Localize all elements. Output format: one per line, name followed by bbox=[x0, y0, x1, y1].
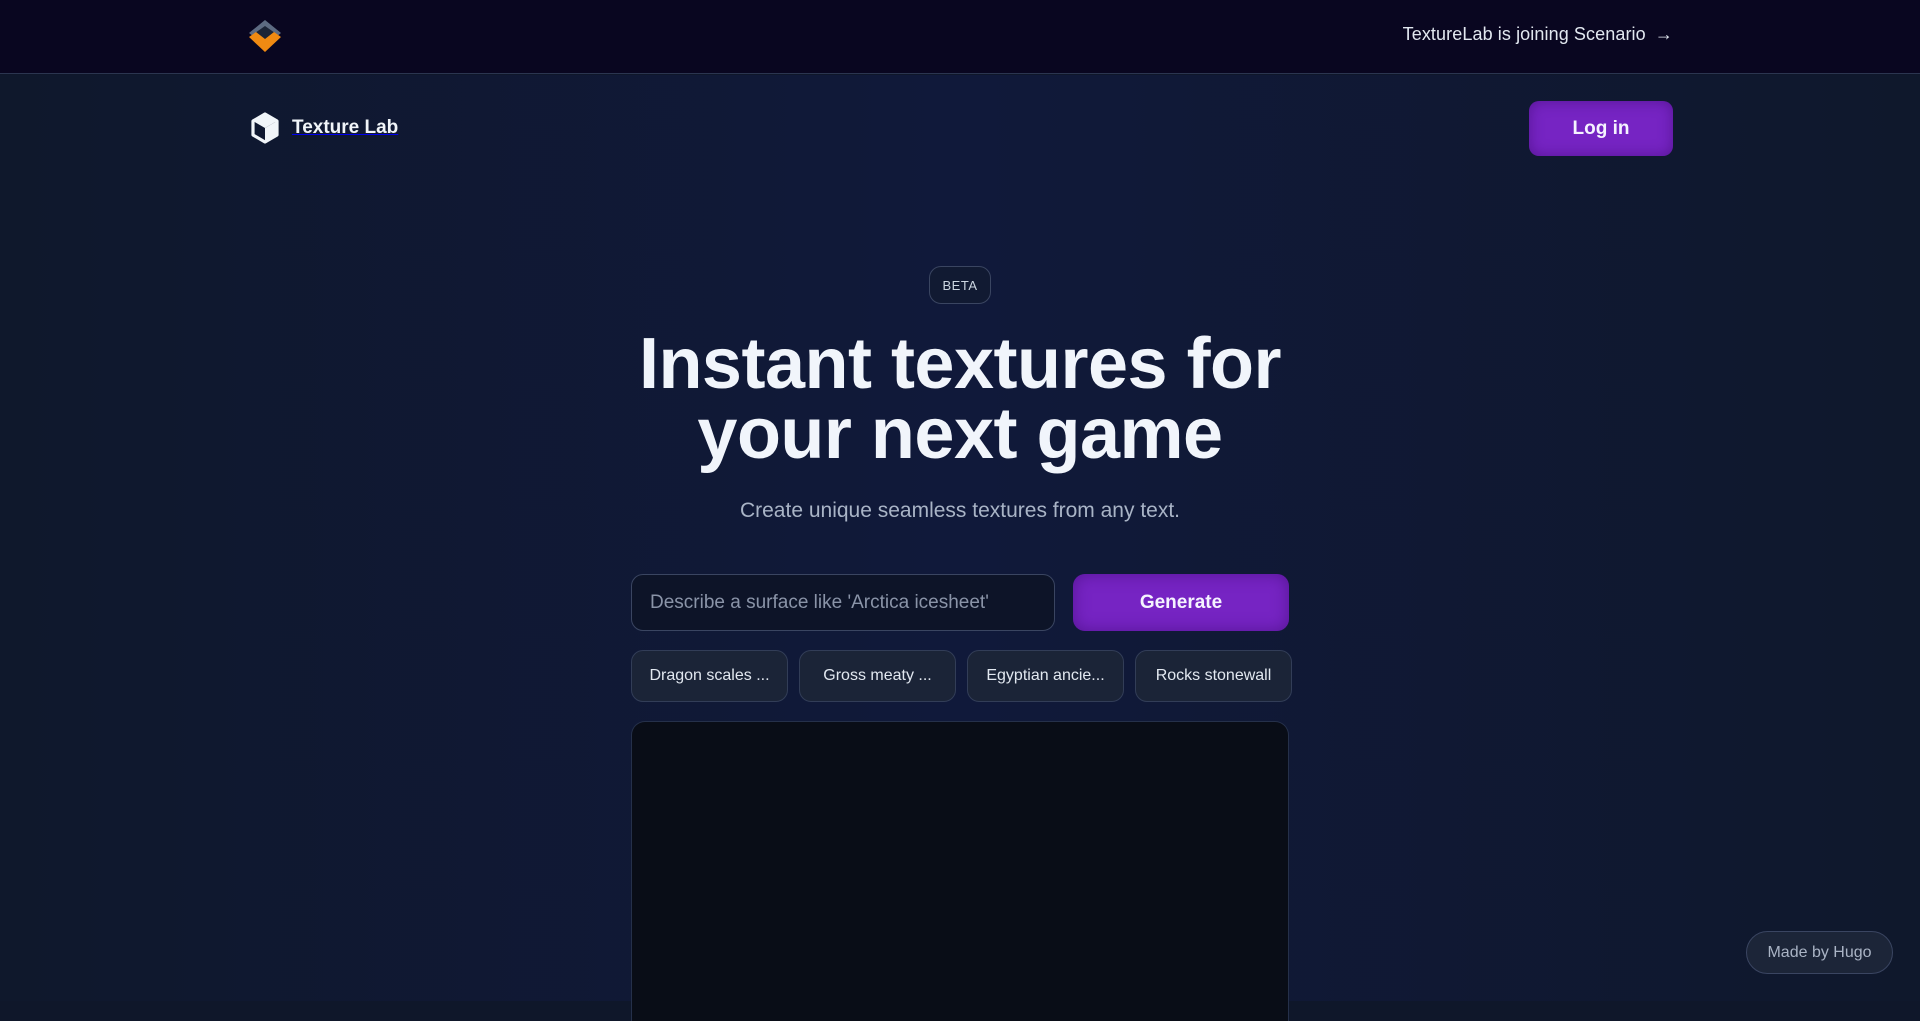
suggestion-chip[interactable]: Egyptian ancie... bbox=[967, 650, 1124, 702]
login-button[interactable]: Log in bbox=[1529, 101, 1673, 156]
site-header: Texture Lab Log in bbox=[0, 75, 1920, 183]
generate-button[interactable]: Generate bbox=[1073, 574, 1289, 631]
announcement-bar: TextureLab is joining Scenario → bbox=[0, 0, 1920, 74]
hero-subtitle: Create unique seamless textures from any… bbox=[739, 499, 1181, 522]
announcement-text: TextureLab is joining Scenario bbox=[1402, 24, 1646, 44]
texture-prompt-input[interactable] bbox=[631, 574, 1055, 631]
cube-icon bbox=[251, 112, 279, 144]
scenario-layers-logo-icon[interactable] bbox=[245, 17, 285, 57]
suggestion-chip[interactable]: Dragon scales ... bbox=[631, 650, 788, 702]
suggestion-chip[interactable]: Gross meaty ... bbox=[799, 650, 956, 702]
brand-home-link[interactable]: Texture Lab bbox=[250, 112, 398, 144]
headline-line-1: Instant textures for bbox=[638, 324, 1282, 404]
suggestion-list: Dragon scales ... Gross meaty ... Egypti… bbox=[631, 650, 1292, 702]
made-by-link[interactable]: Made by Hugo bbox=[1746, 931, 1893, 974]
suggestion-chip[interactable]: Rocks stonewall bbox=[1135, 650, 1292, 702]
headline-line-2: your next game bbox=[697, 394, 1223, 474]
main-page: Texture Lab Log in BETA Instant textures… bbox=[0, 75, 1920, 1021]
brand-name: Texture Lab bbox=[292, 117, 399, 138]
hero-headline: Instant textures for your next game bbox=[0, 324, 1920, 474]
scenario-announcement-link[interactable]: TextureLab is joining Scenario → bbox=[1403, 24, 1673, 45]
beta-badge: BETA bbox=[929, 266, 991, 304]
texture-preview-panel bbox=[631, 721, 1289, 1021]
arrow-right-icon: → bbox=[1654, 24, 1673, 44]
